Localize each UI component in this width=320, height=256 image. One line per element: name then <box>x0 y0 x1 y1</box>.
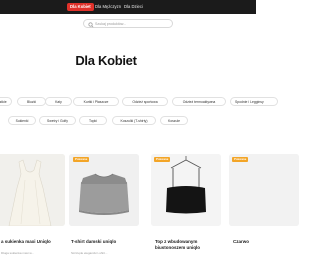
product-description: Szczuple elegancki t-shirt... <box>71 251 108 255</box>
product-badge: Polecane <box>73 157 90 162</box>
search-input[interactable]: Szukaj produktów... <box>83 19 173 28</box>
tab-dla-dzieci[interactable]: Dla Dzieci <box>121 3 146 11</box>
category-chip-koszulki-t-shirty[interactable]: Koszulki (T-shirty) <box>112 116 156 125</box>
category-chip-wszystkie[interactable]: Wszystkie <box>0 97 12 106</box>
product-badge: Polecane <box>154 157 171 162</box>
category-chip-bluzki[interactable]: Bluzki <box>17 97 46 106</box>
product-image-dress <box>0 154 65 226</box>
top-nav-bar: Dla Kobiet Dla Mężczyzn Dla Dzieci <box>0 0 256 14</box>
product-card[interactable] <box>0 154 65 226</box>
category-chip-katy[interactable]: Katy <box>45 97 72 106</box>
product-title[interactable]: a sukienka maxi Uniqlo <box>1 239 51 244</box>
category-chip-sukienki[interactable]: Sukienki <box>8 116 36 125</box>
product-title[interactable]: T-shirt damski uniqlo <box>71 239 116 244</box>
product-title-line2[interactable]: biustonoszem uniqlo <box>155 245 200 250</box>
product-card[interactable] <box>229 154 299 226</box>
category-chip-spodnie-i-legginsy[interactable]: Spodnie i Legginsy <box>230 97 278 106</box>
product-title[interactable]: Top z wbudowanym <box>155 239 197 244</box>
category-chip-topki[interactable]: Topki <box>79 116 107 125</box>
category-chip-kurtki-i-plaszcze[interactable]: Kurtki i Płaszcze <box>73 97 119 106</box>
product-image-top <box>151 154 221 226</box>
product-card[interactable] <box>151 154 221 226</box>
product-badge: Polecane <box>232 157 249 162</box>
product-card[interactable] <box>69 154 139 226</box>
product-title[interactable]: Czarwo <box>233 239 249 244</box>
product-image-item <box>229 154 299 226</box>
product-description: Długa sukienka maxi w... <box>1 251 35 255</box>
category-chip-koszule[interactable]: Koszule <box>160 116 188 125</box>
search-icon <box>88 22 94 27</box>
tab-dla-kobiet[interactable]: Dla Kobiet <box>67 3 94 11</box>
tab-dla-mezczyzn[interactable]: Dla Mężczyzn <box>92 3 124 11</box>
category-chip-swetry-i-golfy[interactable]: Swetry i Golfy <box>39 116 76 125</box>
category-chip-odziez-sportowa[interactable]: Odzież sportowa <box>122 97 168 106</box>
page-title: Dla Kobiet <box>75 53 137 68</box>
product-image-tshirt <box>69 154 139 226</box>
search-placeholder: Szukaj produktów... <box>95 22 127 26</box>
category-chip-odziez-termoaktywna[interactable]: Odzież termoaktywna <box>172 97 226 106</box>
